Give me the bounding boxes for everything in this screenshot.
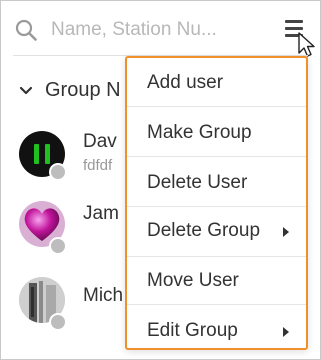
status-badge	[49, 163, 67, 181]
menu-divider	[127, 106, 306, 107]
menu-item-delete-user[interactable]: Delete User	[127, 160, 306, 208]
menu-item-move-user[interactable]: Move User	[127, 258, 306, 306]
menu-item-make-group[interactable]: Make Group	[127, 110, 306, 158]
status-badge	[49, 237, 67, 255]
menu-item-edit-group[interactable]: Edit Group	[127, 308, 306, 356]
menu-item-label: Move User	[147, 270, 239, 291]
menu-item-delete-group[interactable]: Delete Group	[127, 208, 306, 256]
actions-dropdown-menu: Add user Make Group Delete User Delete G…	[125, 56, 308, 350]
contacts-panel: Group N Dav fdfdf	[0, 0, 321, 360]
caret-right-icon	[283, 227, 289, 237]
menu-item-label: Delete User	[147, 172, 248, 193]
search-bar	[1, 1, 320, 57]
menu-item-label: Delete Group	[147, 220, 261, 241]
menu-divider	[127, 206, 306, 207]
status-badge	[49, 313, 67, 331]
menu-item-label: Edit Group	[147, 320, 238, 341]
menu-item-label: Add user	[147, 72, 224, 93]
menu-divider	[127, 304, 306, 305]
menu-item-label: Make Group	[147, 122, 252, 143]
caret-right-icon	[283, 327, 289, 337]
user-subtitle: fdfdf	[83, 157, 113, 174]
user-name: Dav	[83, 131, 117, 152]
menu-item-add-user[interactable]: Add user	[127, 60, 306, 108]
menu-divider	[127, 156, 306, 157]
menu-divider	[127, 256, 306, 257]
search-input[interactable]	[51, 15, 281, 45]
user-name: Jam	[83, 203, 119, 224]
search-icon	[15, 19, 37, 41]
chevron-down-icon	[19, 86, 33, 95]
user-name: Mich	[83, 285, 124, 306]
group-name: Group N	[45, 79, 121, 101]
